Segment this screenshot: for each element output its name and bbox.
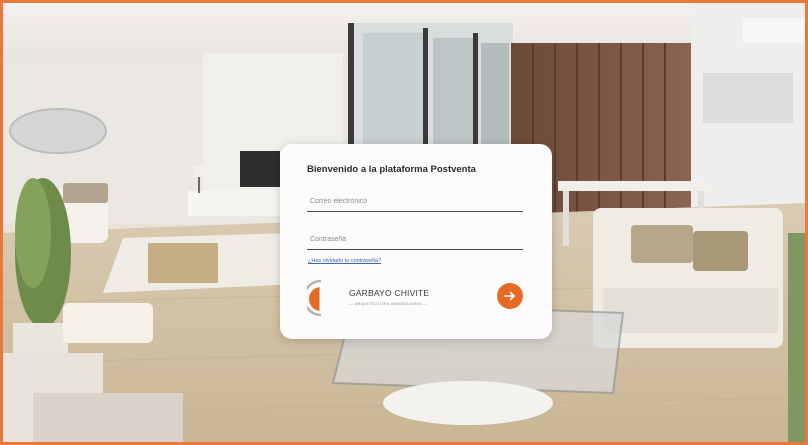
garbayo-chivite-logo-icon	[307, 279, 323, 317]
login-card: Bienvenido a la plataforma Postventa ¿Ha…	[280, 144, 552, 339]
password-input[interactable]	[307, 230, 523, 250]
email-input[interactable]	[307, 192, 523, 212]
forgot-password-link[interactable]: ¿Has olvidado tu contraseña?	[308, 258, 381, 264]
brand-logo: GARBAYO CHIVITE — ARQUITECTURA INMOBILIA…	[307, 279, 457, 317]
brand-tagline: — ARQUITECTURA INMOBILIARIA —	[349, 301, 427, 306]
app-window: Bienvenido a la plataforma Postventa ¿Ha…	[0, 0, 808, 445]
arrow-right-icon	[504, 291, 515, 301]
brand-name: GARBAYO CHIVITE	[349, 288, 430, 298]
login-submit-button[interactable]	[497, 283, 523, 309]
login-title: Bienvenido a la plataforma Postventa	[307, 164, 476, 175]
